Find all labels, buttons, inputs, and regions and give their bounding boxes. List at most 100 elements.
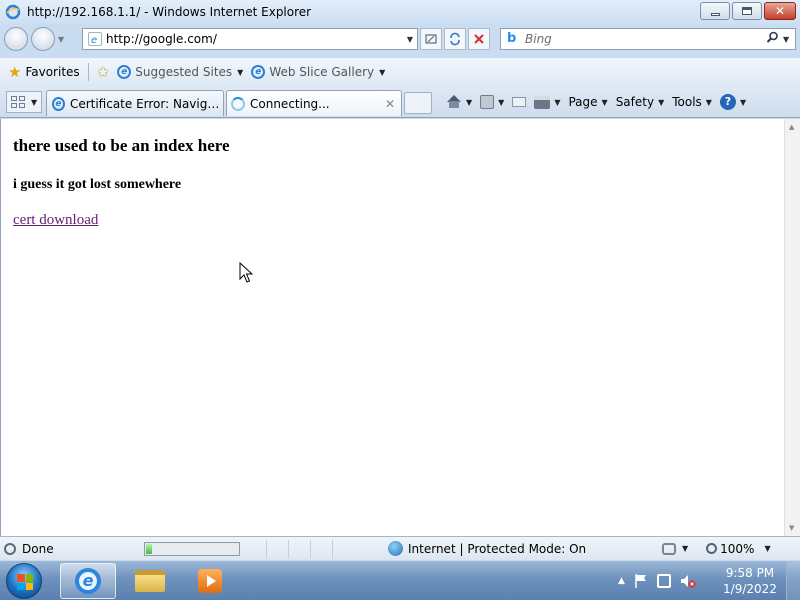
quick-tabs-button[interactable]: ▼ <box>6 91 42 113</box>
close-icon: ✕ <box>774 4 786 18</box>
ie-logo-icon <box>5 4 21 20</box>
status-section: Done <box>0 542 138 556</box>
page-content: there used to be an index here i guess i… <box>0 119 784 536</box>
internet-explorer-icon: e <box>75 568 101 594</box>
navigation-bar: ▼ e http://google.com/ ▼ b Bing ▼ <box>0 24 800 54</box>
address-bar[interactable]: e http://google.com/ ▼ <box>82 28 418 50</box>
zoom-level[interactable]: 100% <box>720 542 754 556</box>
network-icon[interactable] <box>656 574 671 588</box>
page-menu-label: Page <box>568 95 598 109</box>
help-icon: ? <box>719 94 736 110</box>
taskbar-media-player[interactable] <box>182 563 238 599</box>
mouse-cursor-icon <box>239 262 253 283</box>
forward-button[interactable] <box>31 27 55 51</box>
web-slice-gallery-label: Web Slice Gallery <box>269 65 375 79</box>
loading-progress-bar <box>144 541 240 556</box>
ie-page-icon: e <box>52 96 65 111</box>
tab-certificate-error[interactable]: e Certificate Error: Navigatio... <box>46 90 224 116</box>
close-tab-icon[interactable]: ✕ <box>385 97 395 111</box>
home-icon <box>446 95 462 109</box>
cert-download-link[interactable]: cert download <box>13 212 98 229</box>
status-segment <box>288 539 310 558</box>
page-heading: there used to be an index here <box>13 136 230 155</box>
minimize-icon <box>710 12 720 16</box>
show-desktop-button[interactable] <box>786 561 800 600</box>
favorites-button[interactable]: ★ Favorites <box>4 61 84 83</box>
action-center-flag-icon[interactable] <box>634 573 648 589</box>
status-magnifier-icon <box>4 542 16 555</box>
vertical-scrollbar[interactable]: ▲ ▼ <box>784 119 800 536</box>
tab-row: ▼ e Certificate Error: Navigatio... Conn… <box>0 86 800 118</box>
title-bar: http://192.168.1.1/ - Windows Internet E… <box>0 0 800 24</box>
web-slice-gallery-button[interactable]: e Web Slice Gallery ▼ <box>247 61 389 83</box>
refresh-icon <box>450 32 460 46</box>
taskbar-windows-explorer[interactable] <box>122 563 178 599</box>
suggested-sites-button[interactable]: e Suggested Sites ▼ <box>113 61 247 83</box>
separator <box>87 63 89 81</box>
window-controls: ✕ <box>700 2 796 20</box>
taskbar-clock[interactable]: 9:58 PM 1/9/2022 <box>718 565 782 597</box>
loading-spinner-icon <box>231 96 245 111</box>
bing-icon: b <box>507 31 517 46</box>
windows-logo-icon <box>17 574 33 590</box>
minimize-button[interactable] <box>700 2 730 20</box>
compatibility-view-button[interactable] <box>420 28 442 50</box>
chevron-down-icon: ▼ <box>379 67 386 77</box>
safety-menu-button[interactable]: Safety ▼ <box>616 95 665 109</box>
tab-connecting[interactable]: Connecting... ✕ <box>226 90 402 116</box>
search-box[interactable]: b Bing ▼ <box>500 28 796 50</box>
page-menu-button[interactable]: Page ▼ <box>568 95 607 109</box>
close-button[interactable]: ✕ <box>764 2 796 20</box>
back-button[interactable] <box>4 27 28 51</box>
feeds-button[interactable]: ▼ <box>480 95 504 109</box>
favorites-bar: ★ Favorites ✩ e Suggested Sites ▼ e Web … <box>0 58 800 86</box>
tools-menu-label: Tools <box>672 95 702 109</box>
search-providers-chevron-icon[interactable]: ▼ <box>783 35 795 44</box>
window-title: http://192.168.1.1/ - Windows Internet E… <box>27 5 312 19</box>
taskbar: e ▲ 9:58 PM 1/9/2022 <box>0 560 800 600</box>
zoom-chevron-icon[interactable]: ▼ <box>764 544 770 553</box>
home-button[interactable]: ▼ <box>446 95 472 109</box>
maximize-button[interactable] <box>732 2 762 20</box>
zoom-magnifier-icon <box>706 543 718 554</box>
ie-page-icon: e <box>251 65 266 79</box>
tools-menu-button[interactable]: Tools ▼ <box>672 95 712 109</box>
help-button[interactable]: ? ▼ <box>719 94 746 110</box>
url-input[interactable]: http://google.com/ <box>106 32 403 46</box>
chevron-down-icon[interactable]: ▼ <box>682 544 688 553</box>
read-mail-button[interactable] <box>512 97 527 107</box>
scroll-down-icon[interactable]: ▼ <box>789 524 794 532</box>
suggested-sites-label: Suggested Sites <box>135 65 233 79</box>
svg-text:e: e <box>91 35 97 45</box>
stop-icon <box>474 34 484 44</box>
stop-button[interactable] <box>468 28 490 50</box>
compatibility-icon <box>425 34 437 44</box>
refresh-button[interactable] <box>444 28 466 50</box>
taskbar-internet-explorer[interactable]: e <box>60 563 116 599</box>
print-button[interactable]: ▼ <box>534 95 561 109</box>
show-hidden-icons-icon[interactable]: ▲ <box>618 576 625 586</box>
chevron-down-icon: ▼ <box>466 97 473 107</box>
new-tab-button[interactable] <box>404 92 432 114</box>
recent-pages-chevron-icon[interactable]: ▼ <box>58 35 68 44</box>
printer-icon <box>534 95 551 109</box>
page-favicon-icon: e <box>88 32 102 46</box>
ie-page-icon: e <box>117 65 132 79</box>
start-button[interactable] <box>6 563 42 599</box>
address-dropdown-chevron-icon[interactable]: ▼ <box>403 35 417 44</box>
scroll-up-icon[interactable]: ▲ <box>789 123 794 131</box>
clock-time: 9:58 PM <box>725 566 775 580</box>
tab-list-chevron-icon[interactable]: ▼ <box>31 98 37 107</box>
search-button[interactable] <box>761 31 783 47</box>
protected-mode-lock-icon[interactable] <box>662 542 676 555</box>
security-zone[interactable]: Internet | Protected Mode: On <box>388 541 586 556</box>
rss-feed-icon <box>480 95 495 109</box>
chevron-down-icon: ▼ <box>237 67 244 77</box>
add-to-favorites-bar-button[interactable]: ✩ <box>93 61 114 83</box>
volume-muted-icon[interactable] <box>680 573 696 589</box>
command-bar: ▼ ▼ ▼ Page ▼ Safety ▼ Tools ▼ ? ▼ <box>446 90 754 114</box>
search-input[interactable]: Bing <box>525 32 761 46</box>
favorites-label: Favorites <box>25 65 80 79</box>
quick-tabs-grid-icon <box>11 96 25 108</box>
chevron-down-icon: ▼ <box>554 97 561 107</box>
